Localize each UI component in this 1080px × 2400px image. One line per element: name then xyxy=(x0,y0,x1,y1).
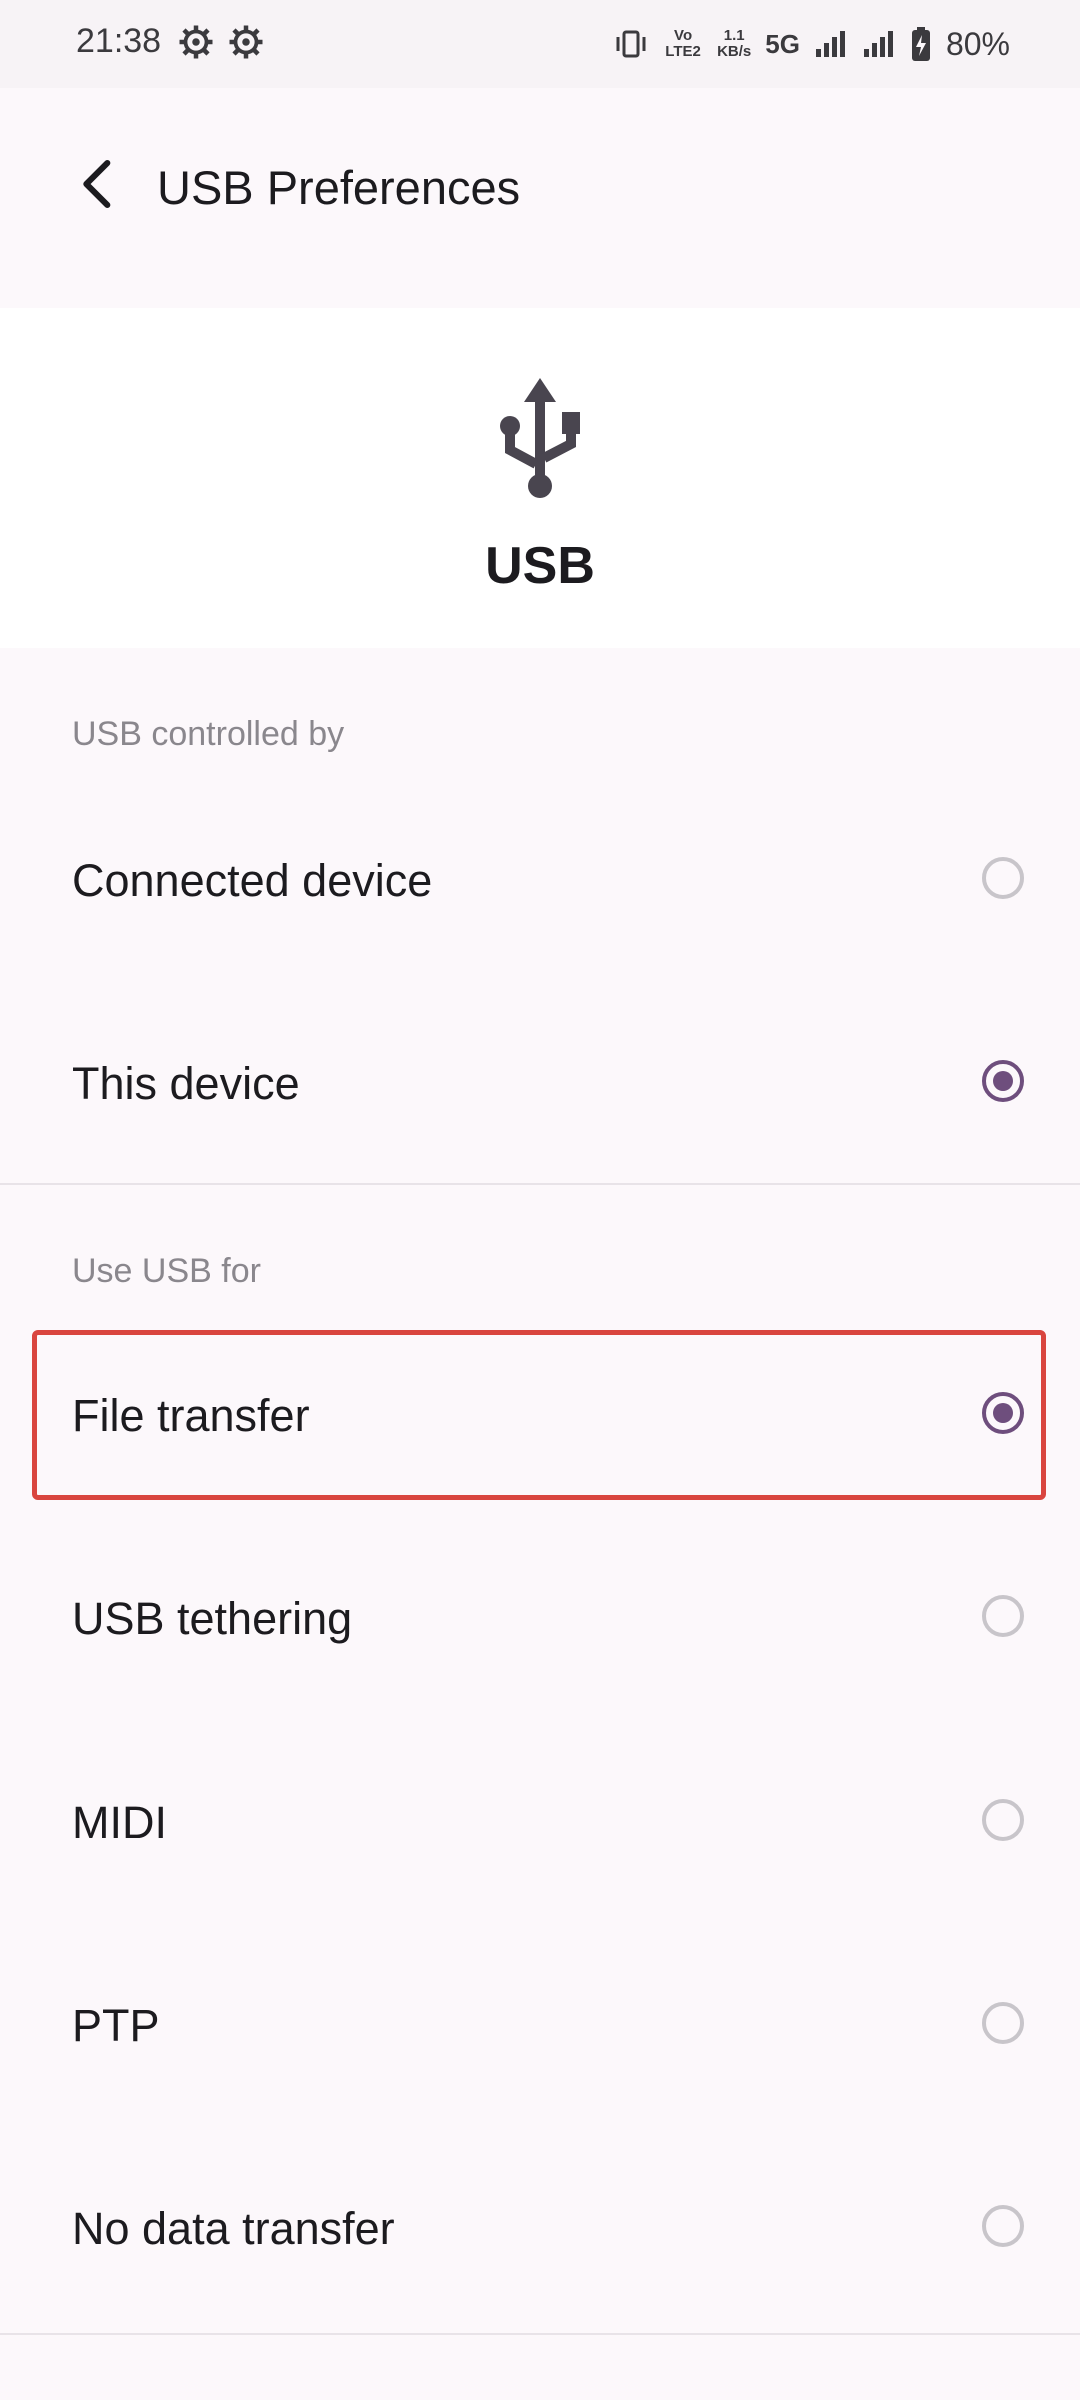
option-this-device[interactable]: This device xyxy=(0,983,1080,1183)
radio-button[interactable] xyxy=(982,2002,1024,2044)
radio-button[interactable] xyxy=(982,857,1024,899)
settings-gear-icon xyxy=(179,25,213,59)
option-label: No data transfer xyxy=(72,2203,395,2254)
highlight-box xyxy=(32,1330,1046,1500)
vibrate-icon xyxy=(616,30,646,58)
status-time: 21:38 xyxy=(76,22,162,60)
radio-button[interactable] xyxy=(982,2205,1024,2247)
option-midi[interactable]: MIDI xyxy=(0,1722,1080,1922)
option-label: Connected device xyxy=(72,855,433,906)
battery-charging-icon xyxy=(911,27,930,61)
option-connected-device[interactable]: Connected device xyxy=(0,780,1080,980)
app-bar: USB Preferences xyxy=(0,88,1080,278)
network-speed: 1.1 KB/s xyxy=(717,28,751,60)
radio-button[interactable] xyxy=(982,1595,1024,1637)
option-no-data-transfer[interactable]: No data transfer xyxy=(0,2128,1080,2328)
option-label: USB tethering xyxy=(72,1593,353,1644)
signal-icon xyxy=(863,31,893,57)
signal-icon xyxy=(815,31,845,57)
usb-icon xyxy=(500,378,580,498)
network-speed-value: 1.1 xyxy=(723,27,745,44)
battery-percent: 80% xyxy=(945,25,1010,62)
radio-button[interactable] xyxy=(982,1799,1024,1841)
option-label: MIDI xyxy=(72,1797,167,1848)
divider xyxy=(0,2333,1080,2335)
option-label: PTP xyxy=(72,2000,160,2051)
usb-header: USB xyxy=(0,308,1080,648)
status-icons: Vo LTE2 1.1 KB/s 5G 80% xyxy=(613,20,1010,68)
radio-button-selected[interactable] xyxy=(982,1060,1024,1102)
option-usb-tethering[interactable]: USB tethering xyxy=(0,1518,1080,1718)
back-arrow-icon[interactable] xyxy=(70,156,126,212)
option-label: This device xyxy=(72,1058,300,1109)
page-title: USB Preferences xyxy=(157,161,521,214)
network-speed-unit: KB/s xyxy=(717,43,752,60)
divider xyxy=(0,1183,1080,1185)
volte-indicator: Vo LTE2 xyxy=(665,27,701,60)
section-header-use-usb-for: Use USB for xyxy=(72,1252,261,1290)
network-type: 5G xyxy=(765,28,800,59)
section-header-controlled-by: USB controlled by xyxy=(72,715,345,753)
settings-gear-icon xyxy=(229,25,263,59)
option-ptp[interactable]: PTP xyxy=(0,1925,1080,2125)
usb-title: USB xyxy=(485,537,595,595)
status-bar: 21:38 Vo LTE2 1.1 KB/s 5G 80% xyxy=(0,0,1080,88)
